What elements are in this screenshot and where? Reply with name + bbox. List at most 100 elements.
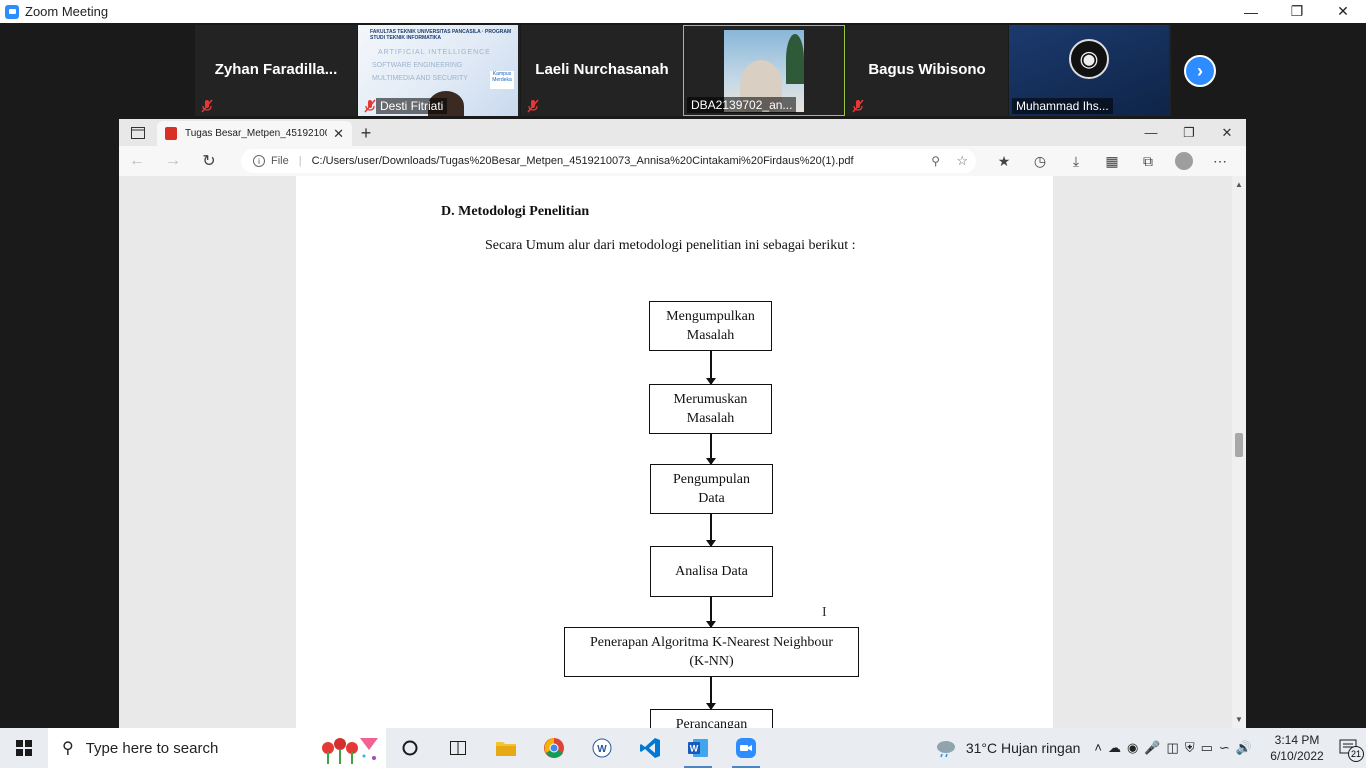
- volume-icon[interactable]: 🔊: [1236, 740, 1252, 756]
- pdf-page: D. Metodologi Penelitian Secara Umum alu…: [296, 176, 1053, 728]
- file-explorer-icon[interactable]: [482, 728, 530, 768]
- participant-tile[interactable]: ◉ Muhammad Ihs...: [1009, 25, 1171, 116]
- word-mobile-icon[interactable]: W: [578, 728, 626, 768]
- clock-date: 6/10/2022: [1270, 749, 1324, 763]
- wifi-icon[interactable]: ∽: [1219, 740, 1230, 756]
- collections-icon[interactable]: ⧉: [1130, 146, 1166, 176]
- flow-arrow: [706, 351, 716, 385]
- flow-arrow: [706, 434, 716, 465]
- svg-text:W: W: [597, 744, 607, 755]
- flowers-icon: [322, 738, 378, 764]
- add-favorite-icon[interactable]: ☆: [956, 153, 968, 169]
- more-options-icon[interactable]: ⋯: [1202, 146, 1238, 176]
- participant-tile-active-speaker[interactable]: DBA2139702_an...: [683, 25, 845, 116]
- onedrive-icon[interactable]: ☁: [1108, 740, 1121, 756]
- widgets-icon[interactable]: [434, 728, 482, 768]
- clock[interactable]: 3:14 PM 6/10/2022: [1262, 732, 1332, 764]
- address-bar[interactable]: i File | C:/Users/user/Downloads/Tugas%2…: [241, 149, 976, 173]
- browser-restore-button[interactable]: ❐: [1170, 119, 1208, 146]
- section-heading: D. Metodologi Penelitian: [441, 204, 590, 219]
- minimize-button[interactable]: —: [1228, 0, 1274, 23]
- app-tray-icon[interactable]: ◫: [1167, 740, 1179, 756]
- tab-title: Tugas Besar_Metpen_451921007: [185, 128, 328, 139]
- info-icon[interactable]: i: [253, 155, 265, 167]
- flow-arrow: [706, 677, 716, 710]
- zoom-icon[interactable]: ⚲: [931, 154, 940, 168]
- url-scheme: File: [271, 155, 289, 167]
- scrollbar-thumb[interactable]: [1235, 433, 1243, 457]
- participant-tile[interactable]: Laeli Nurchasanah: [521, 25, 683, 116]
- notification-count: 21: [1348, 746, 1364, 762]
- participant-label: DBA2139702_an...: [687, 97, 797, 113]
- participant-name: Bagus Wibisono: [868, 61, 986, 78]
- system-tray: 31°C Hujan ringan ˄ ☁ ◉ 🎤 ◫ ⛨ ▭ ∽ 🔊 3:14…: [934, 728, 1366, 768]
- chevron-up-icon[interactable]: ˄: [1094, 740, 1102, 756]
- scrollbar[interactable]: ▲ ▼: [1232, 176, 1246, 728]
- participant-tile[interactable]: Bagus Wibisono: [846, 25, 1008, 116]
- tab-actions-icon[interactable]: [119, 119, 157, 146]
- participant-strip: Zyhan Faradilla... FAKULTAS TEKNIK UNIVE…: [0, 23, 1366, 119]
- flow-arrow: [706, 597, 716, 628]
- downloads-icon[interactable]: ⤓: [1058, 146, 1094, 176]
- obs-logo-icon: ◉: [1069, 39, 1109, 79]
- participant-name: Laeli Nurchasanah: [535, 61, 669, 78]
- text-cursor-icon: I: [822, 605, 827, 620]
- battery-icon[interactable]: ▭: [1201, 740, 1213, 756]
- start-button[interactable]: [0, 728, 48, 768]
- mic-muted-icon: [364, 99, 376, 113]
- flow-box: Merumuskan Masalah: [649, 384, 772, 434]
- tab-close-icon[interactable]: ✕: [333, 126, 344, 142]
- flow-box: Perancangan: [650, 709, 773, 728]
- window-title: Zoom Meeting: [25, 4, 109, 19]
- mic-muted-icon: [527, 99, 539, 113]
- participant-label: Desti Fitriati: [376, 98, 448, 114]
- new-tab-button[interactable]: +: [352, 121, 380, 146]
- participant-tile[interactable]: Zyhan Faradilla...: [195, 25, 357, 116]
- zoom-app-icon[interactable]: [722, 728, 770, 768]
- scroll-down-icon[interactable]: ▼: [1235, 715, 1243, 724]
- participant-tile[interactable]: FAKULTAS TEKNIK UNIVERSITAS PANCASILA · …: [358, 25, 520, 116]
- read-aloud-icon[interactable]: ▦: [1094, 146, 1130, 176]
- tab-bar: Tugas Besar_Metpen_451921007 ✕ + — ❐ ✕: [119, 119, 1246, 146]
- close-button[interactable]: ✕: [1320, 0, 1366, 23]
- rain-cloud-icon: [936, 741, 955, 758]
- browser-minimize-button[interactable]: —: [1132, 119, 1170, 146]
- history-icon[interactable]: ◷: [1022, 146, 1058, 176]
- intro-text: Secara Umum alur dari metodologi penelit…: [485, 238, 856, 253]
- windows-icon: [16, 740, 32, 756]
- search-icon: ⚲: [62, 740, 74, 757]
- forward-button[interactable]: →: [155, 146, 191, 176]
- mic-muted-icon: [852, 99, 864, 113]
- refresh-button[interactable]: ↻: [191, 146, 227, 176]
- profile-avatar[interactable]: [1175, 152, 1193, 170]
- vscode-icon[interactable]: [626, 728, 674, 768]
- chrome-icon[interactable]: [530, 728, 578, 768]
- scroll-up-icon[interactable]: ▲: [1235, 180, 1243, 189]
- webcam-icon[interactable]: ◉: [1127, 740, 1138, 756]
- participant-name: Zyhan Faradilla...: [214, 61, 338, 78]
- zoom-title-bar: Zoom Meeting — ❐ ✕: [0, 0, 1366, 23]
- flow-arrow: [706, 514, 716, 547]
- svg-text:W: W: [690, 744, 699, 754]
- task-view-icon[interactable]: [386, 728, 434, 768]
- microphone-icon[interactable]: 🎤: [1144, 740, 1160, 756]
- restore-button[interactable]: ❐: [1274, 0, 1320, 23]
- participant-label: Muhammad Ihs...: [1012, 98, 1113, 114]
- word-icon[interactable]: W: [674, 728, 722, 768]
- pdf-viewer[interactable]: D. Metodologi Penelitian Secara Umum alu…: [119, 176, 1246, 728]
- mic-muted-icon: [201, 99, 213, 113]
- taskbar-search[interactable]: ⚲ Type here to search: [48, 728, 386, 768]
- flow-box: Mengumpulkan Masalah: [649, 301, 772, 351]
- address-row: ← → ↻ i File | C:/Users/user/Downloads/T…: [119, 146, 1246, 176]
- favorites-icon[interactable]: ★: [986, 146, 1022, 176]
- next-participants-button[interactable]: ›: [1184, 55, 1216, 87]
- tab-pdf[interactable]: Tugas Besar_Metpen_451921007 ✕: [157, 121, 352, 146]
- flow-box: Penerapan Algoritma K-Nearest Neighbour(…: [564, 627, 859, 677]
- security-icon[interactable]: ⛨: [1185, 740, 1195, 756]
- notification-center-button[interactable]: 21: [1332, 728, 1366, 768]
- flow-box: Pengumpulan Data: [650, 464, 773, 514]
- browser-close-button[interactable]: ✕: [1208, 119, 1246, 146]
- weather-widget[interactable]: 31°C Hujan ringan: [934, 738, 1080, 758]
- back-button[interactable]: ←: [119, 146, 155, 176]
- taskbar: ⚲ Type here to search W W 31°C Hujan rin…: [0, 728, 1366, 768]
